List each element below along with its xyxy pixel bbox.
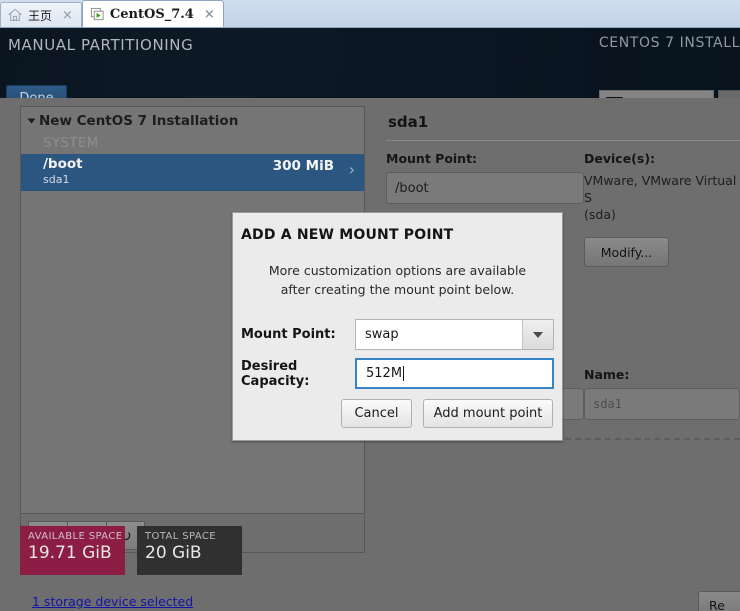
dialog-mount-point-combobox[interactable]: swap bbox=[355, 319, 554, 350]
vm-tab-centos[interactable]: CentOS_7.4 × bbox=[81, 0, 224, 27]
home-icon bbox=[8, 8, 22, 22]
close-icon[interactable]: × bbox=[204, 7, 215, 22]
product-title: CENTOS 7 INSTALL bbox=[598, 35, 740, 51]
text-cursor bbox=[403, 366, 405, 381]
partition-size-label: 300 MiB bbox=[272, 158, 334, 174]
cancel-button[interactable]: Cancel bbox=[341, 399, 412, 428]
available-space-value: 19.71 GiB bbox=[28, 543, 112, 563]
selected-partition-title: sda1 bbox=[388, 113, 429, 131]
reset-all-button[interactable]: Re bbox=[698, 591, 740, 611]
available-space-caption: AVAILABLE SPACE bbox=[28, 531, 123, 542]
anaconda-installer-window: 王页 × CentOS_7.4 × MANUAL PARTITIONING CE… bbox=[0, 0, 740, 611]
keyboard-layout-indicator[interactable]: us bbox=[599, 90, 714, 98]
done-button[interactable]: Done bbox=[6, 85, 67, 98]
mount-point-label: Mount Point: bbox=[386, 151, 478, 166]
vm-tab-home[interactable]: 王页 × bbox=[0, 2, 82, 27]
dialog-mount-point-value[interactable]: swap bbox=[356, 320, 522, 349]
page-title: MANUAL PARTITIONING bbox=[8, 36, 194, 54]
installer-header: MANUAL PARTITIONING CENTOS 7 INSTALL Don… bbox=[0, 28, 740, 98]
divider bbox=[386, 140, 740, 141]
vm-tab-home-label: 王页 bbox=[28, 8, 53, 23]
dialog-subtitle: More customization options are available… bbox=[268, 263, 527, 297]
mount-point-input[interactable]: /boot bbox=[386, 172, 584, 204]
installation-group-header[interactable]: New CentOS 7 Installation bbox=[21, 107, 364, 133]
chevron-down-icon[interactable] bbox=[522, 320, 553, 349]
available-space-box: AVAILABLE SPACE 19.71 GiB bbox=[20, 526, 125, 575]
dialog-mount-point-label: Mount Point: bbox=[241, 327, 336, 342]
dialog-desired-capacity-value: 512M bbox=[366, 366, 403, 381]
total-space-value: 20 GiB bbox=[145, 543, 202, 563]
devices-label: Device(s): bbox=[584, 151, 656, 166]
vm-tab-centos-label: CentOS_7.4 bbox=[109, 6, 194, 22]
installation-group-label: New CentOS 7 Installation bbox=[39, 113, 239, 129]
add-mount-point-button[interactable]: Add mount point bbox=[423, 399, 553, 428]
name-field-label: Name: bbox=[584, 367, 630, 382]
modify-button[interactable]: Modify... bbox=[584, 237, 669, 267]
dialog-desired-capacity-label: Desired Capacity: bbox=[241, 358, 310, 389]
vm-icon bbox=[90, 7, 104, 21]
vm-tab-bar: 王页 × CentOS_7.4 × bbox=[0, 0, 740, 28]
partition-device-label: sda1 bbox=[43, 173, 70, 186]
total-space-caption: TOTAL SPACE bbox=[145, 531, 217, 542]
system-section-label: SYSTEM bbox=[43, 135, 99, 151]
name-input[interactable]: sda1 bbox=[584, 388, 740, 420]
total-space-box: TOTAL SPACE 20 GiB bbox=[137, 526, 242, 575]
chevron-down-icon bbox=[27, 118, 36, 124]
add-mount-point-dialog: ADD A NEW MOUNT POINT More customization… bbox=[232, 212, 563, 441]
help-button[interactable] bbox=[718, 90, 740, 98]
partition-row-boot[interactable]: /boot sda1 300 MiB › bbox=[21, 154, 364, 191]
storage-device-link[interactable]: 1 storage device selected bbox=[32, 594, 193, 609]
close-icon[interactable]: × bbox=[62, 8, 73, 23]
dialog-desired-capacity-input[interactable]: 512M bbox=[355, 358, 554, 389]
chevron-right-icon: › bbox=[348, 160, 355, 179]
dialog-title: ADD A NEW MOUNT POINT bbox=[241, 227, 454, 243]
space-summary: AVAILABLE SPACE 19.71 GiB TOTAL SPACE 20… bbox=[20, 526, 242, 575]
devices-value: VMware, VMware Virtual S (sda) bbox=[584, 173, 737, 222]
